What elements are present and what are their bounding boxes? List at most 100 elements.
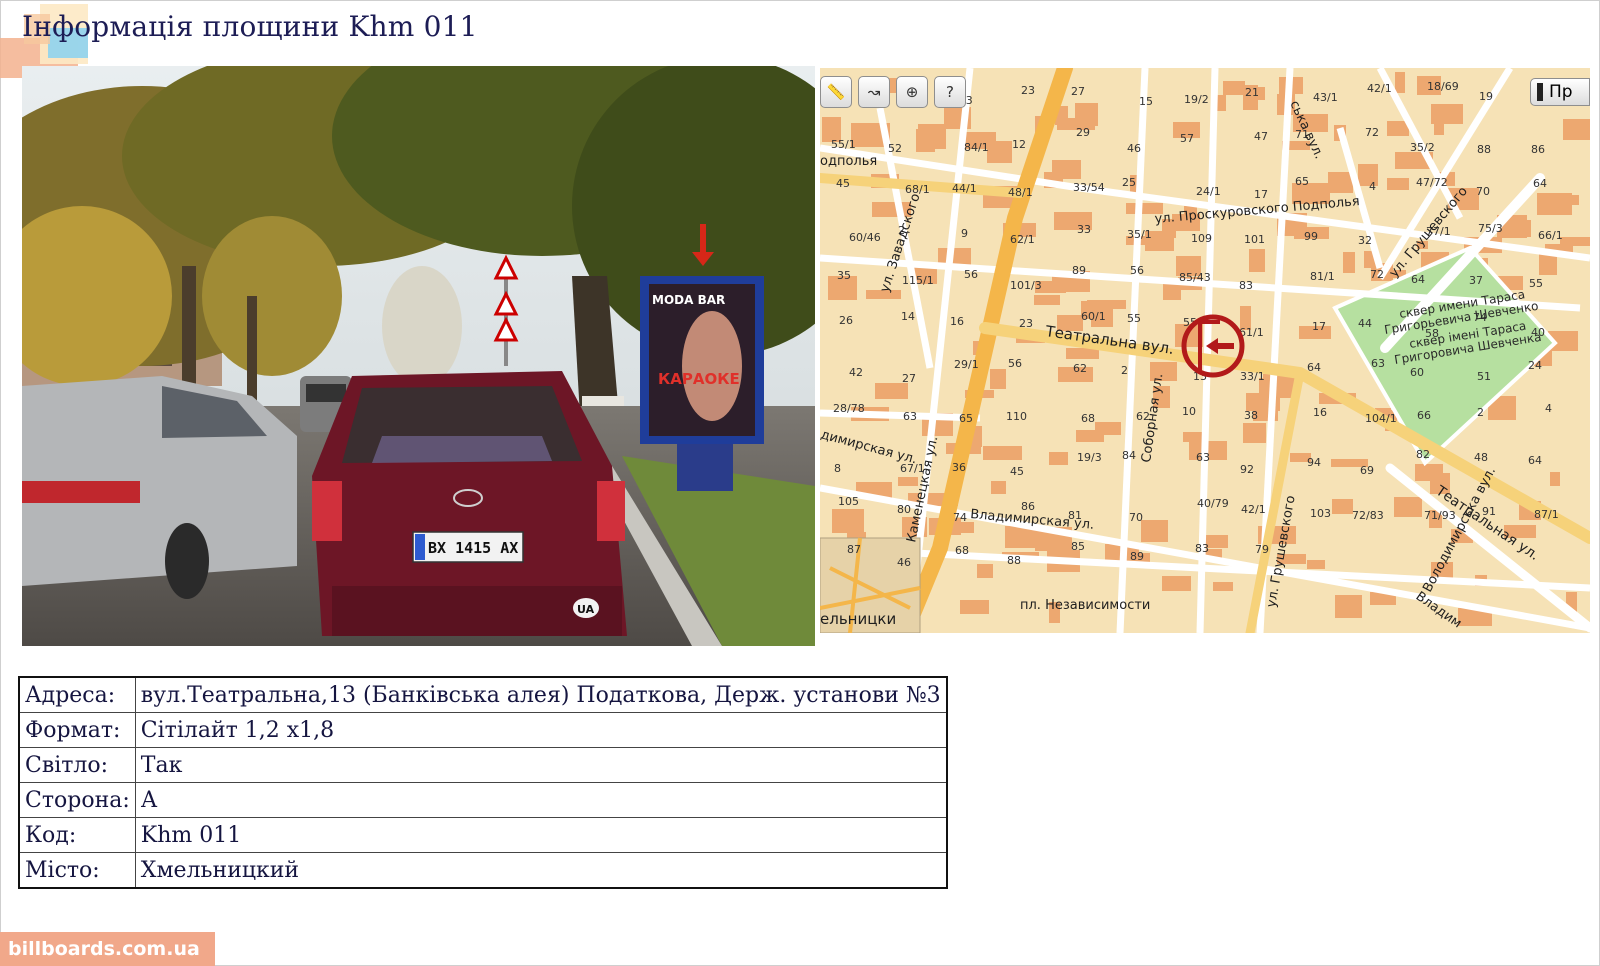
building-block xyxy=(1223,81,1245,95)
table-row: Сторона: А xyxy=(18,782,948,818)
code-label: Код: xyxy=(18,817,136,853)
house-number: 52 xyxy=(888,142,902,155)
house-number: 60 xyxy=(1410,366,1424,379)
house-number: 43/1 xyxy=(1313,91,1338,104)
house-number: 55/1 xyxy=(831,138,856,151)
house-number: 29/1 xyxy=(954,358,979,371)
house-number: 70 xyxy=(1476,185,1490,198)
house-number: 63 xyxy=(1371,357,1385,370)
building-block xyxy=(1066,348,1099,359)
house-number: 56 xyxy=(1130,264,1144,277)
house-number: 35/1 xyxy=(1127,228,1152,241)
house-number: 65 xyxy=(959,412,973,425)
building-block xyxy=(983,446,1022,460)
layers-icon xyxy=(1537,83,1543,101)
house-number: 46 xyxy=(1127,142,1141,155)
format-label: Формат: xyxy=(18,712,136,748)
house-number: 32 xyxy=(1358,234,1372,247)
house-number: 70 xyxy=(1129,511,1143,524)
house-number: 65 xyxy=(1295,175,1309,188)
building-block xyxy=(1183,432,1204,442)
house-number: 103 xyxy=(1310,507,1331,520)
add-placemark-icon[interactable]: ⊕ xyxy=(896,76,928,108)
house-number: 42/1 xyxy=(1241,503,1266,516)
building-block xyxy=(1394,497,1422,517)
building-block xyxy=(1307,560,1325,569)
house-number: 60/46 xyxy=(849,231,881,244)
building-block xyxy=(1434,120,1444,135)
house-number: 9 xyxy=(961,227,968,240)
house-number: 66 xyxy=(1417,409,1431,422)
house-number: 110 xyxy=(1006,410,1027,423)
house-number: 64 xyxy=(1528,454,1542,467)
house-number: 87/1 xyxy=(1534,508,1559,521)
house-number: 56 xyxy=(964,268,978,281)
house-number: 40/79 xyxy=(1197,497,1229,510)
poster-brand: MODA BAR xyxy=(652,293,725,307)
house-number: 33/1 xyxy=(1240,370,1265,383)
house-number: 25 xyxy=(1122,176,1136,189)
map-mode-button[interactable]: Пр xyxy=(1530,78,1590,106)
building-block xyxy=(1034,295,1060,305)
house-number: 57 xyxy=(1180,132,1194,145)
house-number: 63 xyxy=(903,410,917,423)
house-number: 37 xyxy=(1469,274,1483,287)
house-number: 4 xyxy=(1545,402,1552,415)
footer-brand[interactable]: billboards.com.ua xyxy=(0,932,215,966)
house-number: 109 xyxy=(1191,232,1212,245)
building-block xyxy=(1563,119,1590,140)
building-block xyxy=(1141,520,1168,542)
building-block xyxy=(1332,499,1353,514)
house-number: 101 xyxy=(1244,233,1265,246)
house-number: 80 xyxy=(897,503,911,516)
building-block xyxy=(1415,464,1443,481)
house-number: 84/1 xyxy=(964,141,989,154)
building-block xyxy=(1162,576,1191,591)
page-title: Інформація площини Khm 011 xyxy=(22,10,478,43)
light-value: Так xyxy=(134,747,948,783)
house-number: 4 xyxy=(1369,180,1376,193)
house-number: 14 xyxy=(901,310,915,323)
help-pointer-icon[interactable]: ? xyxy=(934,76,966,108)
house-number: 47/72 xyxy=(1416,176,1448,189)
building-block xyxy=(1537,193,1572,215)
house-number: 48/1 xyxy=(1008,186,1033,199)
house-number: 10 xyxy=(1182,405,1196,418)
house-number: 27 xyxy=(1071,85,1085,98)
house-number: 26 xyxy=(839,314,853,327)
building-block xyxy=(1076,430,1104,442)
house-number: 66/1 xyxy=(1538,229,1563,242)
house-number: 2 xyxy=(1121,364,1128,377)
address-value: вул.Театральна,13 (Банківська алея) Пода… xyxy=(134,676,948,713)
house-number: 35/2 xyxy=(1410,141,1435,154)
table-row: Місто: Хмельницкий xyxy=(18,852,948,889)
house-number: 72/83 xyxy=(1352,509,1384,522)
house-number: 23 xyxy=(1019,317,1033,330)
ruler-icon[interactable]: 📏 xyxy=(820,76,852,108)
house-number: 85 xyxy=(1071,540,1085,553)
code-value: Khm 011 xyxy=(134,817,948,853)
location-map[interactable]: 391619/323271519/22143/142/118/69195755/… xyxy=(820,68,1590,633)
house-number: 69 xyxy=(1360,464,1374,477)
route-icon[interactable]: ↝ xyxy=(858,76,890,108)
house-number: 12 xyxy=(1012,138,1026,151)
house-number: 89 xyxy=(1130,550,1144,563)
building-block xyxy=(832,509,864,533)
house-number: 84 xyxy=(1122,449,1136,462)
house-number: 79 xyxy=(1255,543,1269,556)
house-number: 18/69 xyxy=(1427,80,1459,93)
building-block xyxy=(977,564,993,578)
house-number: 71/93 xyxy=(1424,509,1456,522)
street-label-nezavisimosti: пл. Независимости xyxy=(1020,598,1150,613)
table-row: Формат: Сітілайт 1,2 х1,8 xyxy=(18,712,948,748)
house-number: 105 xyxy=(838,495,859,508)
table-row: Світло: Так xyxy=(18,747,948,783)
license-plate: ВХ 1415 АХ xyxy=(428,539,518,557)
building-block xyxy=(1387,178,1409,190)
house-number: 62 xyxy=(1073,362,1087,375)
house-number: 44 xyxy=(1358,317,1372,330)
house-number: 92 xyxy=(1240,463,1254,476)
map-canvas[interactable]: 391619/323271519/22143/142/118/69195755/… xyxy=(820,68,1590,633)
building-block xyxy=(1395,72,1405,93)
house-number: 75/3 xyxy=(1478,222,1503,235)
